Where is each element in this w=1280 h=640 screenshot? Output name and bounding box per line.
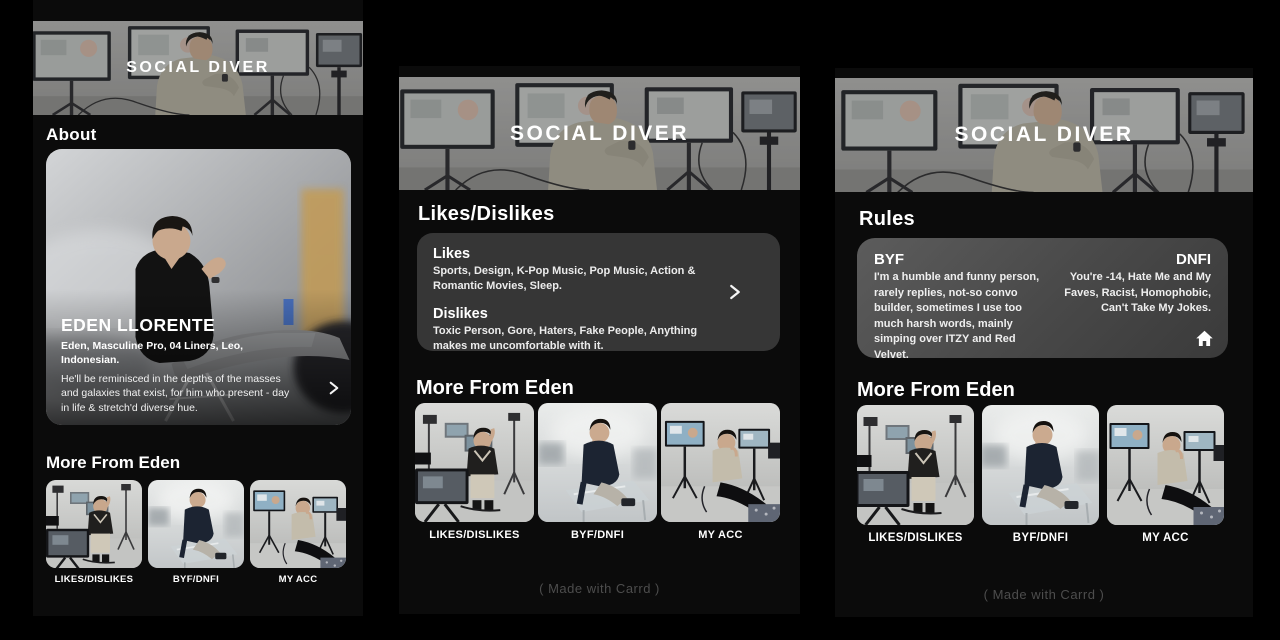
thumbnail-photo — [1107, 405, 1224, 525]
profile-text-block: EDEN LLORENTE Eden, Masculine Pro, 04 Li… — [61, 315, 293, 415]
made-with-carrd-link[interactable]: ( Made with Carrd ) — [399, 581, 800, 596]
profile-card: EDEN LLORENTE Eden, Masculine Pro, 04 Li… — [46, 149, 351, 425]
rules-heading: Rules — [859, 208, 915, 231]
thumbnail-likes-dislikes[interactable]: LIKES/DISLIKES — [415, 403, 534, 541]
thumbnail-likes-dislikes[interactable]: LIKES/DISLIKES — [46, 480, 142, 585]
likes-title: Likes — [433, 246, 764, 262]
site-title: SOCIAL DIVER — [835, 78, 1253, 192]
thumbnail-byf-dnfi[interactable]: BYF/DNFI — [538, 403, 657, 541]
thumbnail-byf-dnfi[interactable]: BYF/DNFI — [982, 405, 1099, 544]
chevron-right-icon — [726, 279, 744, 305]
panel-rules: SOCIAL DIVER Rules BYF I'm a humble and … — [835, 68, 1253, 617]
thumbnail-label: MY ACC — [661, 529, 780, 541]
more-from-eden-heading: More From Eden — [416, 377, 574, 400]
thumbnail-my-acc[interactable]: MY ACC — [250, 480, 346, 585]
thumbnail-photo — [538, 403, 657, 522]
dislikes-text: Toxic Person, Gore, Haters, Fake People,… — [433, 324, 733, 355]
thumbnail-photo — [415, 403, 534, 522]
thumbnail-label: LIKES/DISLIKES — [857, 532, 974, 544]
thumbnail-label: MY ACC — [1107, 532, 1224, 544]
thumbnail-label: BYF/DNFI — [538, 529, 657, 541]
byf-title: BYF — [874, 251, 1043, 268]
rules-card: BYF I'm a humble and funny person, rarel… — [857, 238, 1228, 358]
home-button[interactable] — [1194, 328, 1215, 349]
more-from-eden-heading: More From Eden — [857, 379, 1015, 402]
thumbnail-photo — [250, 480, 346, 568]
thumbnail-my-acc[interactable]: MY ACC — [661, 403, 780, 541]
thumbnail-label: LIKES/DISLIKES — [46, 574, 142, 585]
more-from-eden-heading: More From Eden — [46, 453, 180, 473]
next-arrow-button[interactable] — [726, 279, 744, 305]
dnfi-title: DNFI — [1063, 251, 1211, 268]
thumbnail-label: BYF/DNFI — [982, 532, 1099, 544]
byf-text: I'm a humble and funny person, rarely re… — [874, 270, 1043, 364]
profile-tagline: Eden, Masculine Pro, 04 Liners, Leo, Ind… — [61, 339, 293, 367]
chevron-right-icon — [326, 377, 342, 399]
home-icon — [1194, 328, 1215, 349]
hero-banner: SOCIAL DIVER — [835, 78, 1253, 192]
thumbnail-label: BYF/DNFI — [148, 574, 244, 585]
dislikes-title: Dislikes — [433, 306, 764, 322]
panel-about: SOCIAL DIVER About EDEN LLORENTE Eden, M… — [33, 0, 363, 616]
thumbnail-photo — [857, 405, 974, 525]
likes-dislikes-heading: Likes/Dislikes — [418, 203, 555, 226]
profile-bio: He'll be reminisced in the depths of the… — [61, 372, 293, 415]
thumbnail-label: MY ACC — [250, 574, 346, 585]
hero-banner: SOCIAL DIVER — [399, 77, 800, 190]
byf-block: BYF I'm a humble and funny person, rarel… — [874, 251, 1043, 345]
thumbnail-photo — [148, 480, 244, 568]
thumbnail-photo — [46, 480, 142, 568]
thumbnail-byf-dnfi[interactable]: BYF/DNFI — [148, 480, 244, 585]
site-title: SOCIAL DIVER — [33, 21, 363, 115]
profile-name: EDEN LLORENTE — [61, 315, 293, 336]
panel-likes-dislikes: SOCIAL DIVER Likes/Dislikes Likes Sports… — [399, 66, 800, 614]
dnfi-text: You're -14, Hate Me and My Faves, Racist… — [1063, 270, 1211, 317]
likes-block: Likes Sports, Design, K-Pop Music, Pop M… — [433, 246, 764, 295]
likes-text: Sports, Design, K-Pop Music, Pop Music, … — [433, 264, 733, 295]
likes-dislikes-card: Likes Sports, Design, K-Pop Music, Pop M… — [417, 233, 780, 351]
hero-banner: SOCIAL DIVER — [33, 21, 363, 115]
thumbnail-photo — [661, 403, 780, 522]
thumbnail-photo — [982, 405, 1099, 525]
site-title: SOCIAL DIVER — [399, 77, 800, 190]
thumbnail-label: LIKES/DISLIKES — [415, 529, 534, 541]
dislikes-block: Dislikes Toxic Person, Gore, Haters, Fak… — [433, 306, 764, 355]
collage-background: SOCIAL DIVER About EDEN LLORENTE Eden, M… — [0, 0, 1280, 640]
made-with-carrd-link[interactable]: ( Made with Carrd ) — [835, 587, 1253, 602]
about-heading: About — [46, 125, 97, 145]
next-arrow-button[interactable] — [326, 377, 342, 399]
thumbnail-my-acc[interactable]: MY ACC — [1107, 405, 1224, 544]
dnfi-block: DNFI You're -14, Hate Me and My Faves, R… — [1063, 251, 1211, 345]
thumbnail-likes-dislikes[interactable]: LIKES/DISLIKES — [857, 405, 974, 544]
